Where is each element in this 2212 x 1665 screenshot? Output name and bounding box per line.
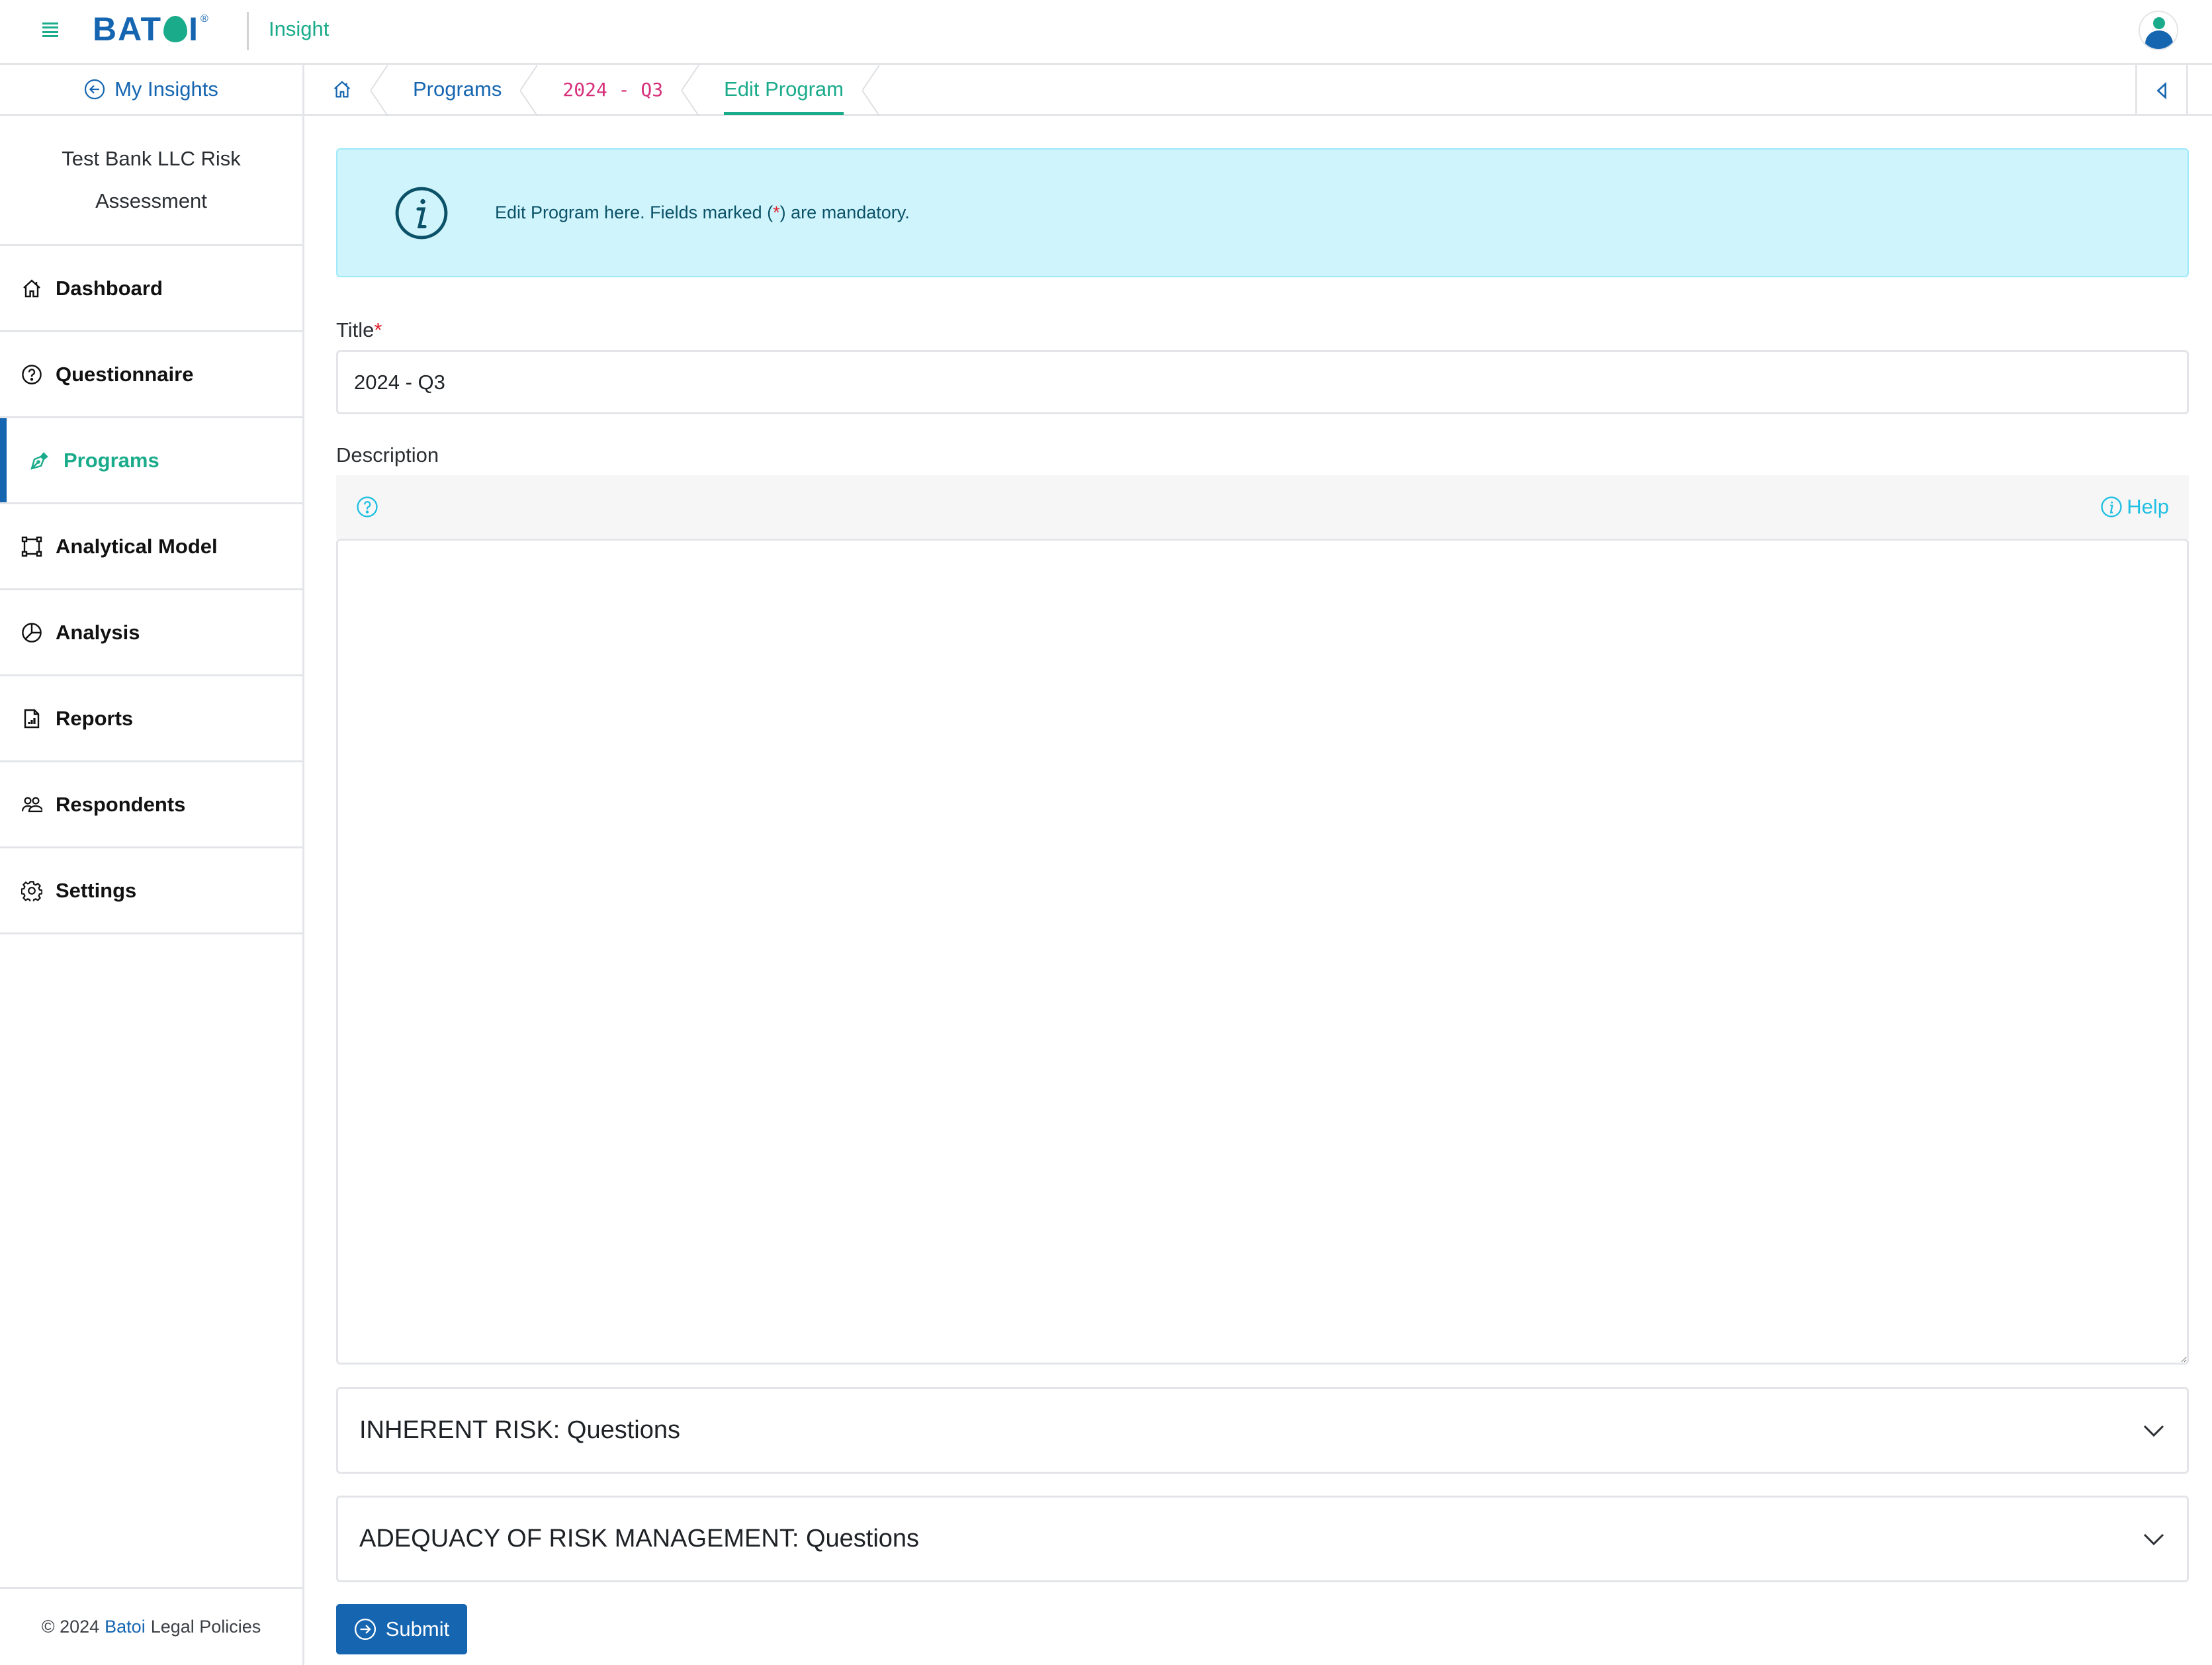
bounding-box-icon	[21, 536, 42, 557]
alert-text: Edit Program here. Fields marked (*) are…	[495, 202, 910, 222]
batoi-link[interactable]: Batoi	[105, 1617, 146, 1637]
breadcrumb-programs[interactable]: Programs	[382, 65, 538, 116]
sidebar-item-questionnaire[interactable]: Questionnaire	[0, 332, 302, 418]
sidebar: My Insights Test Bank LLC Risk Assessmen…	[0, 65, 304, 1665]
title-input[interactable]	[336, 350, 2189, 414]
hamburger-icon[interactable]	[42, 22, 58, 37]
description-label: Description	[336, 443, 439, 467]
copyright-text: © 2024	[41, 1617, 100, 1637]
app-name[interactable]: Insight	[269, 17, 329, 41]
file-bar-chart-icon	[24, 709, 40, 728]
my-insights-label: My Insights	[114, 77, 218, 101]
chevron-down-icon	[2143, 1425, 2164, 1437]
main-content: Edit Program here. Fields marked (*) are…	[336, 148, 2189, 1654]
editor-help-button[interactable]: Help	[2100, 495, 2169, 519]
breadcrumb: Programs 2024 - Q3 Edit Program	[304, 65, 2212, 116]
accordion-label: INHERENT RISK: Questions	[359, 1416, 681, 1444]
editor-toolbar: Help	[336, 475, 2189, 539]
accordion-adequacy-risk-management[interactable]: ADEQUACY OF RISK MANAGEMENT: Questions	[336, 1496, 2189, 1582]
info-alert: Edit Program here. Fields marked (*) are…	[336, 148, 2189, 277]
batoi-logo[interactable]: BAT I ®	[93, 11, 208, 48]
title-label: Title*	[336, 318, 382, 341]
accordion-inherent-risk[interactable]: INHERENT RISK: Questions	[336, 1387, 2189, 1474]
sidebar-item-reports[interactable]: Reports	[0, 676, 302, 762]
breadcrumb-home[interactable]	[304, 65, 388, 116]
sidebar-item-settings[interactable]: Settings	[0, 848, 302, 934]
sidebar-item-dashboard[interactable]: Dashboard	[0, 246, 302, 332]
chevron-down-icon	[2143, 1533, 2164, 1545]
sidebar-footer: © 2024 Batoi Legal Policies	[0, 1587, 302, 1665]
pie-chart-icon	[22, 622, 42, 643]
home-icon	[23, 279, 40, 297]
description-textarea[interactable]	[336, 539, 2189, 1365]
breadcrumb-edit-program[interactable]: Edit Program	[693, 65, 879, 116]
top-header: BAT I ® Insight	[0, 0, 2212, 65]
info-circle-icon	[2101, 496, 2122, 518]
user-avatar-icon[interactable]	[2139, 11, 2178, 50]
arrow-right-circle-icon	[354, 1618, 376, 1641]
caret-left-icon	[2156, 81, 2166, 99]
sidebar-item-analysis[interactable]: Analysis	[0, 590, 302, 676]
collapse-panel-button[interactable]	[2135, 65, 2188, 116]
legal-policies-link[interactable]: Legal Policies	[151, 1617, 261, 1637]
active-underline	[724, 112, 844, 115]
submit-button[interactable]: Submit	[336, 1604, 467, 1654]
home-icon	[333, 81, 351, 98]
arrow-left-circle-icon	[85, 79, 105, 100]
sidebar-item-analytical-model[interactable]: Analytical Model	[0, 504, 302, 590]
people-icon	[21, 796, 42, 812]
breadcrumb-program-name[interactable]: 2024 - Q3	[532, 65, 699, 116]
sidebar-item-programs[interactable]: Programs	[0, 418, 302, 504]
accordion-label: ADEQUACY OF RISK MANAGEMENT: Questions	[359, 1525, 920, 1552]
my-insights-link[interactable]: My Insights	[0, 65, 302, 116]
pen-nib-icon	[30, 451, 48, 470]
logo-leaf-icon	[163, 16, 188, 42]
header-divider	[247, 12, 249, 50]
info-circle-icon	[395, 187, 448, 239]
editor-question-icon[interactable]	[356, 496, 378, 518]
question-circle-icon	[22, 364, 42, 384]
required-marker: *	[374, 318, 382, 341]
gear-icon	[21, 880, 42, 901]
project-title: Test Bank LLC Risk Assessment	[0, 116, 302, 246]
sidebar-item-respondents[interactable]: Respondents	[0, 762, 302, 848]
